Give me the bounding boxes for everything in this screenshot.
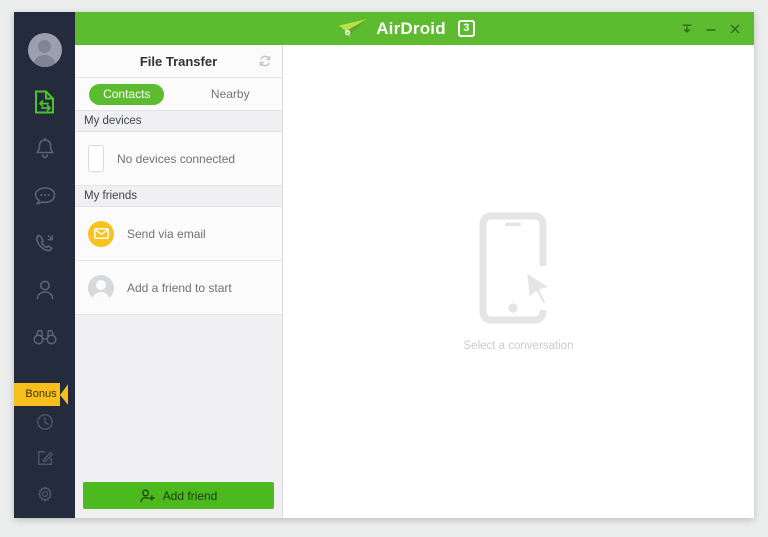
binoculars-icon bbox=[32, 329, 57, 345]
list-item-label: No devices connected bbox=[117, 151, 236, 166]
person-icon bbox=[36, 280, 53, 299]
chat-bubble-icon bbox=[34, 186, 55, 205]
section-header-my-devices: My devices bbox=[75, 111, 282, 132]
rail-item-messages[interactable] bbox=[14, 172, 75, 219]
envelope-icon bbox=[88, 220, 114, 247]
bonus-ribbon[interactable]: Bonus bbox=[14, 383, 69, 406]
avatar-icon bbox=[27, 33, 62, 67]
rail-top-group bbox=[14, 12, 75, 360]
add-friend-label: Add friend bbox=[162, 488, 218, 503]
tab-nearby[interactable]: Nearby bbox=[179, 87, 283, 101]
phone-cursor-glyph bbox=[479, 212, 555, 323]
tray-arrow-icon bbox=[682, 24, 692, 33]
section-header-my-friends: My friends bbox=[75, 186, 282, 207]
panel-header: File Transfer bbox=[75, 45, 282, 78]
navigation-rail: Bonus bbox=[14, 12, 75, 518]
list-item-label: Add a friend to start bbox=[127, 280, 232, 295]
version-badge: 3 bbox=[457, 20, 475, 37]
brand: AirDroid 3 bbox=[338, 18, 475, 40]
empty-state-text: Select a conversation bbox=[463, 339, 574, 352]
panel-footer: Add friend bbox=[75, 475, 282, 518]
compose-icon bbox=[37, 450, 53, 466]
envelope-glyph bbox=[93, 228, 109, 239]
screen: Bonus AirDroid 3 File Transfer Contacts … bbox=[0, 0, 768, 537]
refresh-icon bbox=[259, 55, 271, 67]
app-title: AirDroid bbox=[376, 18, 446, 38]
rail-item-notifications[interactable] bbox=[14, 125, 75, 172]
minimize-button[interactable] bbox=[700, 18, 722, 40]
list-item[interactable]: No devices connected bbox=[75, 132, 282, 186]
rail-item-compose[interactable] bbox=[14, 440, 75, 476]
tab-contacts[interactable]: Contacts bbox=[75, 83, 179, 105]
minimize-icon bbox=[706, 28, 716, 31]
airdroid-window: Bonus AirDroid 3 File Transfer Contacts … bbox=[14, 12, 754, 518]
phone-call-icon bbox=[35, 233, 53, 251]
list-item-add-friend-to-start[interactable]: Add a friend to start bbox=[75, 261, 282, 315]
rail-item-contacts[interactable] bbox=[14, 266, 75, 313]
panel-empty-space bbox=[75, 315, 282, 475]
airdroid-logo-icon bbox=[339, 18, 368, 39]
panel-tabs: Contacts Nearby bbox=[75, 78, 282, 111]
avatar-icon bbox=[88, 274, 114, 301]
window-body: File Transfer Contacts Nearby My devices… bbox=[75, 45, 754, 518]
window-right: AirDroid 3 File Transfer Contacts Nearby… bbox=[75, 12, 754, 518]
rail-item-settings[interactable] bbox=[14, 476, 75, 512]
page-title: File Transfer bbox=[139, 53, 218, 69]
phone-cursor-icon bbox=[473, 212, 565, 324]
file-transfer-icon bbox=[34, 90, 54, 113]
person-plus-icon bbox=[140, 489, 155, 502]
gear-icon bbox=[37, 486, 52, 502]
rail-bottom-group bbox=[14, 404, 75, 512]
avatar[interactable] bbox=[14, 22, 75, 78]
minimize-to-tray-button[interactable] bbox=[676, 18, 698, 40]
tab-contacts-label: Contacts bbox=[89, 83, 165, 105]
bell-icon bbox=[35, 137, 54, 158]
bonus-label: Bonus bbox=[25, 388, 57, 400]
phone-icon bbox=[88, 145, 104, 172]
close-button[interactable] bbox=[724, 18, 746, 40]
list-item-label: Send via email bbox=[127, 226, 206, 241]
close-icon bbox=[730, 24, 740, 33]
rail-item-file-transfer[interactable] bbox=[14, 78, 75, 125]
rail-item-calls[interactable] bbox=[14, 219, 75, 266]
refresh-button[interactable] bbox=[256, 52, 274, 70]
tab-nearby-label: Nearby bbox=[210, 87, 250, 101]
file-transfer-panel: File Transfer Contacts Nearby My devices… bbox=[75, 45, 283, 518]
add-friend-button[interactable]: Add friend bbox=[83, 482, 274, 509]
conversation-area: Select a conversation bbox=[283, 45, 754, 518]
window-controls bbox=[676, 12, 746, 45]
clock-icon bbox=[36, 414, 53, 430]
rail-item-find-phone[interactable] bbox=[14, 313, 75, 360]
rail-item-history[interactable] bbox=[14, 404, 75, 440]
title-bar: AirDroid 3 bbox=[75, 12, 754, 45]
list-item-send-via-email[interactable]: Send via email bbox=[75, 207, 282, 261]
